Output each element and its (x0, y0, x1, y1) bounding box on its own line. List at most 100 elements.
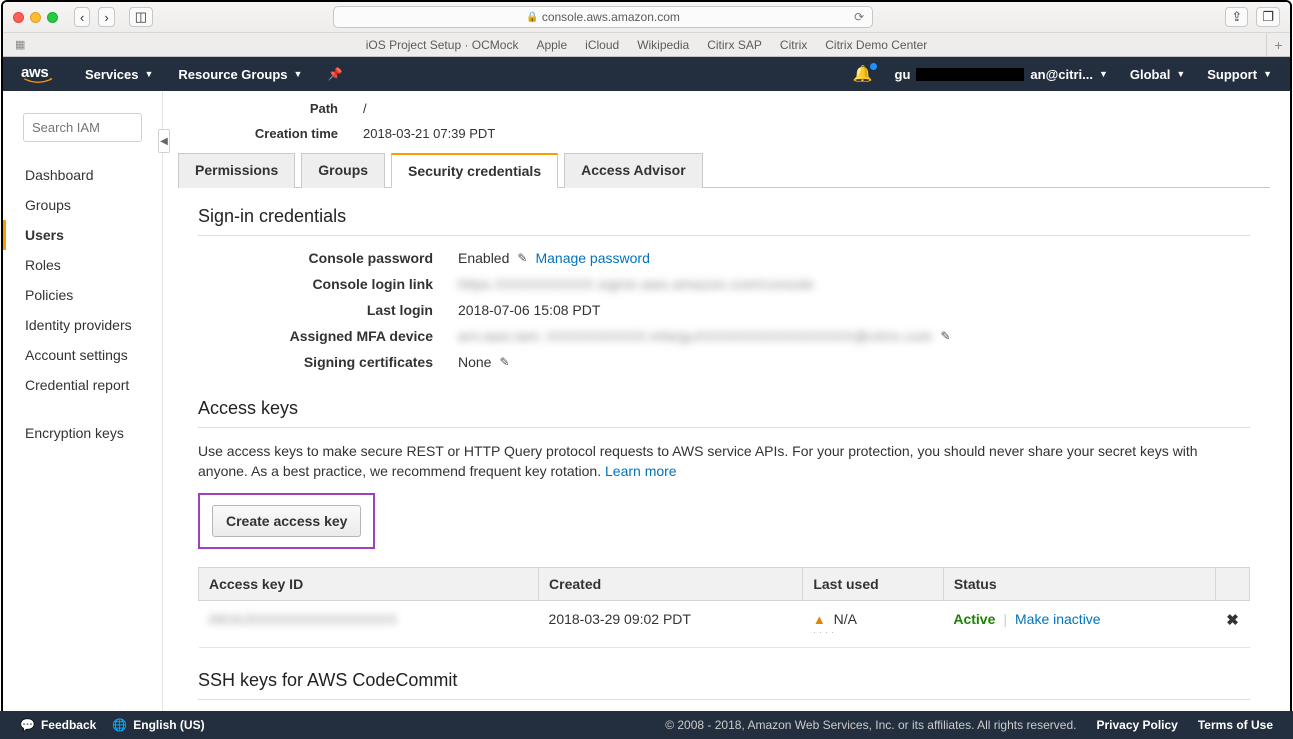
main-content: Path / Creation time 2018-03-21 07:39 PD… (163, 91, 1290, 714)
create-access-key-highlight: Create access key (198, 493, 375, 549)
bookmark-item[interactable]: Citrix Demo Center (825, 38, 927, 52)
sidebar-item-encryption-keys[interactable]: Encryption keys (25, 418, 162, 448)
bookmark-item[interactable]: Citrix (780, 38, 807, 52)
privacy-link[interactable]: Privacy Policy (1096, 718, 1177, 732)
pencil-icon[interactable]: ✎ (941, 329, 951, 343)
last-login-label: Last login (198, 302, 458, 318)
path-value: / (363, 101, 367, 116)
bookmarks-grid-icon[interactable]: ▦ (15, 42, 24, 48)
console-password-value: Enabled (458, 250, 509, 266)
make-inactive-link[interactable]: Make inactive (1015, 611, 1101, 627)
chevron-left-icon: ‹ (80, 10, 84, 25)
maximize-window-button[interactable] (47, 12, 58, 23)
lock-icon: 🔒 (526, 12, 538, 23)
sidebar-item-users[interactable]: Users (3, 220, 162, 250)
aws-logo[interactable]: aws (21, 64, 55, 84)
create-access-key-button[interactable]: Create access key (212, 505, 361, 537)
chevron-down-icon: ▼ (1099, 69, 1108, 79)
address-text: console.aws.amazon.com (542, 10, 680, 24)
bookmark-item[interactable]: Citirx SAP (707, 38, 762, 52)
tab-groups[interactable]: Groups (301, 153, 385, 188)
tabs-button[interactable]: ❐ (1256, 7, 1280, 27)
reload-icon[interactable]: ⟳ (854, 10, 864, 24)
mfa-label: Assigned MFA device (198, 328, 458, 344)
manage-password-link[interactable]: Manage password (535, 250, 649, 266)
access-keys-table: Access key IDCreatedLast usedStatus AKIA… (198, 567, 1250, 648)
pencil-icon[interactable]: ✎ (517, 251, 527, 265)
forward-button[interactable]: › (98, 7, 114, 27)
share-button[interactable]: ⇪ (1225, 7, 1248, 27)
back-button[interactable]: ‹ (74, 7, 90, 27)
last-login-value: 2018-07-06 15:08 PDT (458, 302, 600, 318)
signin-section-title: Sign-in credentials (198, 206, 1250, 227)
key-status-cell: Active|Make inactive (943, 601, 1215, 648)
sidebar-item-dashboard[interactable]: Dashboard (25, 160, 162, 190)
address-bar[interactable]: 🔒 console.aws.amazon.com ⟳ (333, 6, 873, 28)
signing-label: Signing certificates (198, 354, 458, 370)
security-credentials-panel: Sign-in credentials Console password Ena… (178, 187, 1270, 714)
key-last-used: ▲ N/A···· (803, 601, 944, 648)
bookmark-item[interactable]: iCloud (585, 38, 619, 52)
warning-icon: ▲ (813, 612, 826, 627)
plus-icon: + (1274, 37, 1282, 53)
sidebar-toggle-button[interactable]: ◫ (129, 7, 153, 27)
bell-icon: 🔔 (853, 66, 873, 83)
chevron-down-icon: ▼ (1176, 69, 1185, 79)
minimize-window-button[interactable] (30, 12, 41, 23)
new-tab-button[interactable]: + (1266, 33, 1290, 56)
mfa-value: arn:aws:iam::XXXXXXXXXX:mfa/guXXXXXXXXXX… (458, 328, 933, 344)
pencil-icon[interactable]: ✎ (499, 355, 509, 369)
share-icon: ⇪ (1231, 9, 1242, 25)
sidebar-icon: ◫ (135, 9, 147, 25)
chevron-down-icon: ▼ (1263, 69, 1272, 79)
close-window-button[interactable] (13, 12, 24, 23)
sidebar-item-credential-report[interactable]: Credential report (25, 370, 162, 400)
bookmark-item[interactable]: Wikipedia (637, 38, 689, 52)
support-menu[interactable]: Support▼ (1207, 67, 1272, 82)
bookmark-item[interactable]: Apple (536, 38, 567, 52)
region-menu[interactable]: Global▼ (1130, 67, 1185, 82)
chevron-left-icon: ◀ (160, 136, 168, 147)
chevron-right-icon: › (104, 10, 108, 25)
bookmark-item[interactable]: iOS Project Setup · OCMock (366, 38, 519, 52)
resource-groups-menu[interactable]: Resource Groups▼ (178, 67, 302, 82)
access-keys-desc: Use access keys to make secure REST or H… (198, 442, 1250, 481)
redacted-username (916, 68, 1024, 81)
collapse-sidebar-button[interactable]: ◀ (158, 129, 170, 153)
services-menu[interactable]: Services▼ (85, 67, 153, 82)
key-created: 2018-03-29 09:02 PDT (539, 601, 803, 648)
bookmarks-list: iOS Project Setup · OCMock Apple iCloud … (366, 38, 928, 52)
terms-link[interactable]: Terms of Use (1198, 718, 1273, 732)
browser-chrome: ‹ › ◫ 🔒 console.aws.amazon.com ⟳ ⇪ ❐ ▦ i… (3, 2, 1290, 57)
table-header: Created (539, 568, 803, 601)
sidebar-item-groups[interactable]: Groups (25, 190, 162, 220)
speech-bubble-icon: 💬 (20, 718, 35, 732)
feedback-button[interactable]: 💬Feedback (20, 718, 96, 732)
search-input[interactable] (23, 113, 142, 142)
login-link-label: Console login link (198, 276, 458, 292)
sidebar-item-identity-providers[interactable]: Identity providers (25, 310, 162, 340)
sidebar-item-roles[interactable]: Roles (25, 250, 162, 280)
sidebar-item-account-settings[interactable]: Account settings (25, 340, 162, 370)
table-header: Access key ID (199, 568, 539, 601)
table-row: AKIAJXXXXXXXXXXXXXXX 2018-03-29 09:02 PDT… (199, 601, 1250, 648)
iam-sidebar: ◀ DashboardGroupsUsersRolesPoliciesIdent… (3, 91, 163, 714)
language-selector[interactable]: 🌐English (US) (112, 718, 204, 732)
account-menu[interactable]: guan@citri... ▼ (895, 67, 1108, 82)
login-link-value: https.XXXXXXXXXX.signin.aws.amazon.com/c… (458, 276, 814, 292)
user-tabs: PermissionsGroupsSecurity credentialsAcc… (178, 153, 1290, 188)
notifications-button[interactable]: 🔔 (853, 64, 873, 84)
console-password-label: Console password (198, 250, 458, 266)
pin-icon[interactable]: 📌 (327, 67, 342, 81)
path-label: Path (178, 101, 363, 116)
tab-permissions[interactable]: Permissions (178, 153, 295, 188)
learn-more-link[interactable]: Learn more (605, 463, 677, 479)
delete-key-button[interactable]: ✖ (1226, 612, 1239, 629)
notification-badge (870, 63, 877, 70)
creation-time-label: Creation time (178, 126, 363, 141)
tab-security-credentials[interactable]: Security credentials (391, 153, 558, 188)
aws-console-header: aws Services▼ Resource Groups▼ 📌 🔔 guan@… (3, 57, 1290, 91)
sidebar-item-policies[interactable]: Policies (25, 280, 162, 310)
access-key-id: AKIAJXXXXXXXXXXXXXXX (209, 611, 398, 627)
tab-access-advisor[interactable]: Access Advisor (564, 153, 703, 188)
